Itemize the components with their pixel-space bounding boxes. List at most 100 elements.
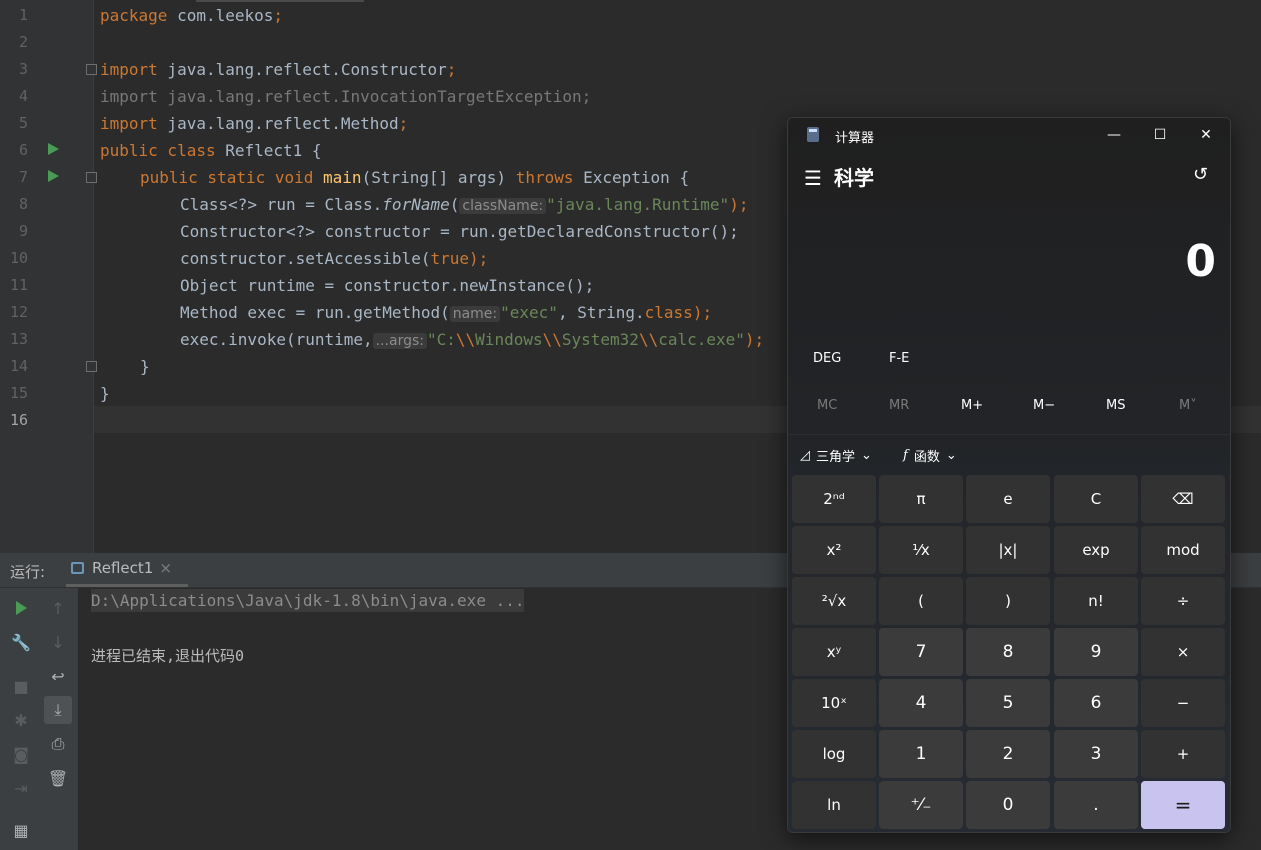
multiply-key[interactable]: × — [1141, 628, 1225, 676]
code-line-15: } — [100, 384, 110, 403]
memory-list-button[interactable]: M˅ — [1179, 398, 1197, 413]
code-line-6: public class Reflect1 { — [100, 141, 322, 160]
factorial-key[interactable]: n! — [1054, 577, 1138, 625]
negate-key[interactable]: ⁺⁄₋ — [879, 781, 963, 829]
add-key[interactable]: + — [1141, 730, 1225, 778]
memory-add-button[interactable]: M+ — [961, 398, 983, 413]
backspace-icon[interactable]: ⌫ — [1141, 475, 1225, 523]
code-line-7: public static void main(String[] args) t… — [140, 168, 690, 187]
console-output[interactable]: D:\Applications\Java\jdk-1.8\bin\java.ex… — [91, 589, 525, 665]
digit-7-key[interactable]: 7 — [879, 628, 963, 676]
divide-key[interactable]: ÷ — [1141, 577, 1225, 625]
digit-0-key[interactable]: 0 — [966, 781, 1050, 829]
history-icon[interactable]: ↺ — [1193, 164, 1208, 185]
wrench-icon[interactable]: 🔧 — [7, 628, 35, 656]
exit-icon[interactable]: ⇥ — [7, 774, 35, 802]
left-paren-key[interactable]: ( — [879, 577, 963, 625]
function-label: 函数 — [913, 450, 940, 465]
line-number: 11 — [9, 276, 28, 294]
trig-label: 三角学 — [816, 450, 856, 465]
digit-3-key[interactable]: 3 — [1054, 730, 1138, 778]
calculator-mode: 科学 — [834, 166, 874, 190]
subtract-key[interactable]: − — [1141, 679, 1225, 727]
clear-key[interactable]: C — [1054, 475, 1138, 523]
pi-key[interactable]: π — [879, 475, 963, 523]
close-icon[interactable]: ✕ — [1191, 124, 1221, 146]
fold-marker-icon[interactable] — [86, 361, 97, 372]
second-function-key[interactable]: 2ⁿᵈ — [792, 475, 876, 523]
digit-9-key[interactable]: 9 — [1054, 628, 1138, 676]
scroll-to-end-icon[interactable]: ⤓ — [44, 696, 72, 724]
digit-6-key[interactable]: 6 — [1054, 679, 1138, 727]
line-number: 8 — [18, 195, 28, 213]
digit-4-key[interactable]: 4 — [879, 679, 963, 727]
console-exit-line: 进程已结束,退出代码0 — [91, 647, 245, 665]
line-number: 1 — [18, 6, 28, 24]
power-key[interactable]: xʸ — [792, 628, 876, 676]
code-line-12: Method exec = run.getMethod(name: "exec",… — [180, 303, 713, 322]
digit-2-key[interactable]: 2 — [966, 730, 1050, 778]
soft-wrap-icon[interactable]: ↩ — [44, 662, 72, 690]
function-dropdown[interactable]: f 函数 ⌄ — [903, 446, 957, 465]
run-main-icon[interactable] — [48, 170, 59, 182]
right-paren-key[interactable]: ) — [966, 577, 1050, 625]
log-key[interactable]: log — [792, 730, 876, 778]
line-number: 2 — [18, 33, 28, 51]
decimal-key[interactable]: . — [1054, 781, 1138, 829]
memory-recall-button[interactable]: MR — [889, 398, 909, 413]
run-tab-reflect1[interactable]: Reflect1 × — [70, 559, 172, 577]
hamburger-menu-icon[interactable]: ☰ — [804, 166, 822, 190]
angle-unit-button[interactable]: DEG — [813, 351, 841, 366]
memory-clear-button[interactable]: MC — [817, 398, 837, 413]
print-icon[interactable]: ⎙ — [44, 730, 72, 758]
code-line-3: import java.lang.reflect.Constructor; — [100, 60, 457, 79]
code-line-4: import java.lang.reflect.InvocationTarge… — [100, 87, 592, 106]
line-number: 10 — [9, 249, 28, 267]
digit-8-key[interactable]: 8 — [966, 628, 1050, 676]
ln-key[interactable]: ln — [792, 781, 876, 829]
fold-marker-icon[interactable] — [86, 64, 97, 75]
layout-icon[interactable]: ▦ — [7, 816, 35, 844]
minimize-icon[interactable]: — — [1099, 124, 1129, 146]
chevron-down-icon: ⌄ — [861, 448, 872, 463]
line-number: 15 — [9, 384, 28, 402]
line-number: 7 — [18, 168, 28, 186]
line-number: 13 — [9, 330, 28, 348]
function-icon: f — [903, 448, 908, 463]
run-class-icon[interactable] — [48, 143, 59, 155]
java-class-icon — [71, 562, 84, 574]
trash-icon[interactable]: 🗑 — [44, 764, 72, 792]
absolute-key[interactable]: |x| — [966, 526, 1050, 574]
fold-marker-icon[interactable] — [86, 172, 97, 183]
sqrt-key[interactable]: ²√x — [792, 577, 876, 625]
debug-icon[interactable]: ✱ — [7, 706, 35, 734]
line-number: 3 — [18, 60, 28, 78]
run-tab-label: Reflect1 — [92, 559, 154, 577]
camera-icon[interactable]: ◙ — [7, 740, 35, 768]
digit-1-key[interactable]: 1 — [879, 730, 963, 778]
memory-subtract-button[interactable]: M− — [1033, 398, 1055, 413]
square-key[interactable]: x² — [792, 526, 876, 574]
mod-key[interactable]: mod — [1141, 526, 1225, 574]
exp-key[interactable]: exp — [1054, 526, 1138, 574]
digit-5-key[interactable]: 5 — [966, 679, 1050, 727]
close-icon[interactable]: × — [159, 559, 172, 577]
line-number: 6 — [18, 141, 28, 159]
e-key[interactable]: e — [966, 475, 1050, 523]
reciprocal-key[interactable]: ¹⁄x — [879, 526, 963, 574]
rerun-icon[interactable] — [7, 594, 35, 622]
line-number: 16 — [9, 411, 28, 429]
divider — [788, 434, 1230, 435]
trig-dropdown[interactable]: ◿ 三角学 ⌄ — [800, 446, 872, 465]
equals-key[interactable]: = — [1141, 781, 1225, 829]
maximize-icon[interactable]: ☐ — [1145, 124, 1175, 146]
line-number: 12 — [9, 303, 28, 321]
up-arrow-icon[interactable]: ↑ — [44, 594, 72, 622]
console-command-line[interactable]: D:\Applications\Java\jdk-1.8\bin\java.ex… — [91, 589, 525, 612]
calculator-titlebar[interactable]: 计算器 — ☐ ✕ — [788, 118, 1230, 152]
down-arrow-icon[interactable]: ↓ — [44, 628, 72, 656]
stop-icon[interactable]: ■ — [7, 672, 35, 700]
ten-power-key[interactable]: 10ˣ — [792, 679, 876, 727]
fe-button[interactable]: F-E — [889, 351, 909, 366]
memory-store-button[interactable]: MS — [1106, 398, 1125, 413]
